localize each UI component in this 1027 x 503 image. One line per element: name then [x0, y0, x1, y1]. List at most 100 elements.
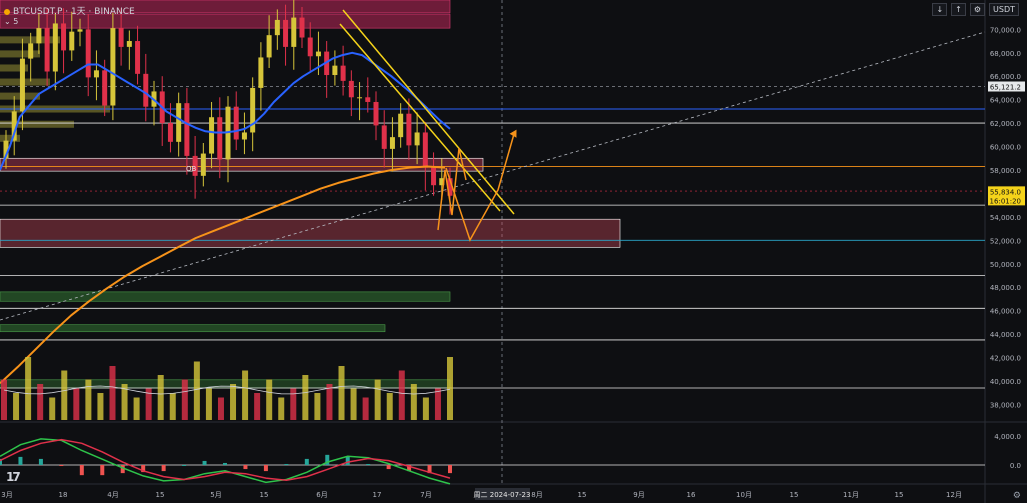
axis-settings-icon[interactable]: ⚙: [1013, 491, 1021, 501]
ob-label: OB: [186, 165, 197, 173]
candle-body: [200, 153, 206, 176]
candle-body: [167, 123, 173, 142]
candle-body: [44, 28, 50, 72]
candle-body: [398, 113, 404, 138]
y-tick-label: 50,000.0: [990, 261, 1021, 269]
volume-bar: [386, 393, 393, 420]
candle-body: [19, 58, 25, 112]
currency-button[interactable]: USDT: [989, 3, 1019, 16]
volume-profile-bar: [0, 134, 20, 142]
candle-body: [406, 113, 412, 146]
volume-profile-bar: [0, 50, 40, 58]
macd-histogram-bar: [100, 465, 105, 476]
macd-histogram-bar: [18, 456, 23, 465]
crosshair-date-label: 周二 2024-07-23: [474, 491, 531, 499]
volume-bar: [97, 393, 104, 420]
candle-body: [93, 70, 99, 78]
volume-bar: [85, 379, 92, 420]
demand-zone: [0, 218, 621, 248]
x-tick-label: 4月: [107, 491, 118, 499]
volume-bar: [350, 388, 357, 420]
time-axis[interactable]: 3月 18 4月 15 5月 15 6月 17 7月 8月 15 9月 16 10月 15 11月 15 12月 周…: [1, 488, 962, 500]
arrow-up-icon[interactable]: ↑: [951, 3, 966, 16]
volume-bar: [278, 397, 285, 420]
countdown-tag: 16:01:20: [990, 197, 1021, 205]
candle-body: [340, 65, 346, 81]
macd-histogram-bar: [182, 465, 187, 466]
volume-bar: [302, 375, 309, 420]
settings-icon[interactable]: ⚙: [969, 3, 986, 16]
x-tick-label: 5月: [210, 491, 221, 499]
macd-histogram-bar: [243, 465, 248, 470]
indicator-count: 5: [13, 17, 19, 26]
macd-histogram-bar: [59, 465, 64, 467]
volume-bar: [410, 384, 417, 420]
candle-body: [414, 132, 420, 146]
candle-body: [61, 23, 67, 51]
signal-line: [0, 438, 451, 481]
y-tick-label: 64,000.0: [990, 97, 1021, 105]
candle-body: [85, 29, 91, 78]
indicator-toggle[interactable]: ⌄ 5: [4, 17, 18, 26]
x-tick-label: 10月: [736, 491, 752, 499]
x-tick-label: 12月: [946, 491, 962, 499]
y-tick-label: 48,000.0: [990, 284, 1021, 292]
x-tick-label: 15: [895, 491, 904, 499]
y-tick-label: 60,000.0: [990, 144, 1021, 152]
volume-bar: [181, 379, 188, 420]
candle-body: [274, 19, 280, 36]
volume-bar: [326, 384, 333, 420]
symbol-title[interactable]: BTCUSDT.P · 1天 · BINANCE: [4, 4, 135, 17]
high-price-tag: 65,121.2: [990, 83, 1021, 91]
y-tick-label: 66,000.0: [990, 73, 1021, 81]
candle-body: [241, 132, 247, 140]
volume-profile-bar: [0, 78, 50, 86]
volume-bar: [434, 388, 441, 420]
volume-bar: [217, 397, 224, 420]
macd-histogram-bar: [304, 458, 309, 465]
candle-body: [176, 103, 182, 142]
candle-body: [266, 35, 272, 58]
y-tick-label: 52,000.0: [990, 237, 1021, 245]
y-tick-label: 58,000.0: [990, 167, 1021, 175]
price-chart[interactable]: 38,000.0 40,000.0 42,000.0 44,000.0 46,000.0…: [0, 0, 1027, 503]
candle-body: [373, 101, 379, 126]
y-tick-label: 46,000.0: [990, 308, 1021, 316]
macd-histogram-bar: [386, 465, 391, 470]
trend-line-lower: [339, 23, 501, 212]
volume-bar: [242, 370, 249, 420]
projection-arrowhead: [509, 129, 517, 138]
x-tick-label: 15: [156, 491, 165, 499]
candle-body: [217, 117, 223, 160]
macd-pane: [0, 438, 985, 485]
y-tick-label: 38,000.0: [990, 401, 1021, 409]
volume-bar: [49, 397, 56, 420]
x-tick-label: 7月: [420, 491, 431, 499]
macd-tick-label: 4,000.0: [994, 433, 1021, 441]
symbol-label: BTCUSDT.P · 1天 · BINANCE: [13, 7, 135, 17]
macd-histogram-bar: [263, 465, 268, 472]
price-axis[interactable]: 38,000.0 40,000.0 42,000.0 44,000.0 46,000.0…: [988, 26, 1025, 470]
volume-profile-bar: [0, 120, 74, 128]
candle-body: [365, 97, 371, 102]
candle-body: [258, 57, 264, 88]
x-tick-label: 11月: [843, 491, 859, 499]
macd-histogram-bar: [161, 465, 166, 472]
candle-body: [77, 29, 83, 32]
volume-bar: [133, 397, 140, 420]
x-tick-label: 6月: [316, 491, 327, 499]
volume-profile-bar: [0, 36, 60, 44]
volume-bar: [73, 388, 80, 420]
x-tick-label: 9月: [633, 491, 644, 499]
y-tick-label: 44,000.0: [990, 331, 1021, 339]
candle-body: [357, 97, 363, 99]
macd-histogram-bar: [284, 463, 289, 465]
candle-body: [184, 103, 190, 156]
arrow-down-icon[interactable]: ↓: [932, 3, 948, 16]
candle-body: [135, 41, 141, 74]
macd-histogram-bar: [223, 462, 227, 465]
volume-bar: [13, 393, 20, 420]
candle-body: [291, 17, 297, 47]
candle-body: [315, 51, 321, 57]
exchange-dot-icon: [4, 8, 10, 15]
